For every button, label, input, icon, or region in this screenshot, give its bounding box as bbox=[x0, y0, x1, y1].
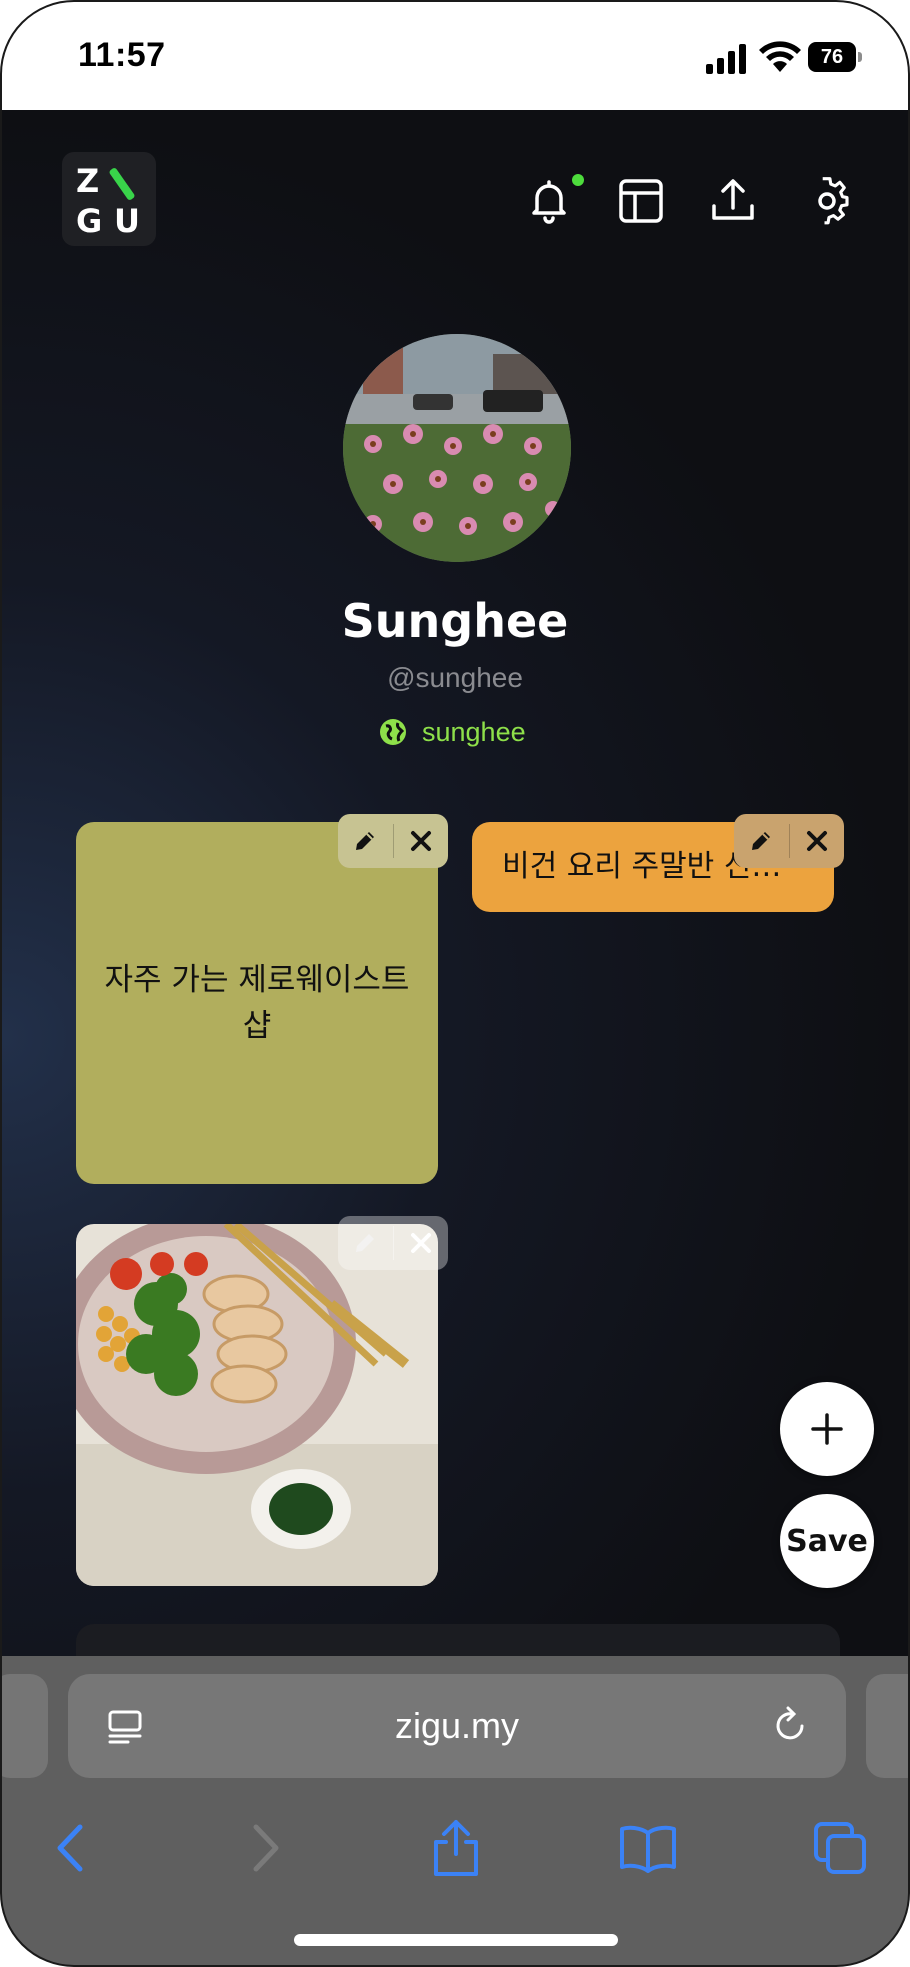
link-card-controls bbox=[734, 814, 844, 868]
status-bar: 11:57 76 bbox=[2, 2, 908, 110]
edit-button[interactable] bbox=[338, 814, 393, 868]
profile-avatar[interactable] bbox=[343, 334, 571, 562]
delete-button[interactable] bbox=[789, 814, 844, 868]
share-icon bbox=[434, 1820, 478, 1876]
plus-icon bbox=[811, 1413, 843, 1445]
forward-button[interactable] bbox=[234, 1816, 298, 1880]
next-tab-preview[interactable] bbox=[866, 1674, 908, 1778]
bookmarks-button[interactable] bbox=[616, 1816, 680, 1880]
close-icon bbox=[410, 1233, 431, 1253]
zigu-logo[interactable]: Z G U bbox=[62, 152, 156, 246]
reload-icon[interactable] bbox=[770, 1706, 810, 1746]
image-card-controls bbox=[338, 1216, 448, 1270]
phone-frame: 11:57 76 Z G U Sunghee @sunghee sunghee … bbox=[0, 0, 910, 1967]
note-card[interactable]: 자주 가는 제로웨이스트 샵 bbox=[76, 822, 438, 1184]
browser-toolbar: zigu.my bbox=[2, 1656, 908, 1965]
close-icon bbox=[410, 831, 431, 851]
back-button[interactable] bbox=[38, 1816, 102, 1880]
layout-icon[interactable] bbox=[616, 176, 666, 226]
delete-button[interactable] bbox=[393, 1216, 448, 1270]
food-photo bbox=[76, 1224, 438, 1586]
status-time: 11:57 bbox=[78, 36, 166, 74]
globe-icon bbox=[380, 719, 406, 745]
battery-icon: 76 bbox=[808, 42, 864, 72]
image-card[interactable] bbox=[76, 1224, 438, 1586]
logo-letter-g: G bbox=[76, 202, 103, 240]
address-bar[interactable]: zigu.my bbox=[68, 1674, 846, 1778]
browser-nav-row bbox=[2, 1806, 908, 1896]
share-button[interactable] bbox=[424, 1816, 488, 1880]
bell-icon[interactable] bbox=[524, 176, 574, 226]
profile-handle: @sunghee bbox=[387, 662, 523, 693]
profile-link[interactable]: sunghee bbox=[378, 714, 526, 750]
profile-name: Sunghee bbox=[341, 594, 569, 648]
pencil-icon bbox=[356, 1234, 375, 1252]
tabs-icon bbox=[814, 1822, 866, 1874]
notification-dot bbox=[572, 174, 584, 186]
save-button[interactable]: Save bbox=[780, 1494, 874, 1588]
edit-button[interactable] bbox=[734, 814, 789, 868]
battery-level: 76 bbox=[808, 42, 856, 72]
chevron-left-icon bbox=[57, 1824, 83, 1872]
pencil-icon bbox=[356, 832, 375, 850]
share-upload-icon[interactable] bbox=[708, 176, 758, 226]
delete-button[interactable] bbox=[393, 814, 448, 868]
logo-letter-u: U bbox=[114, 202, 140, 240]
book-icon bbox=[620, 1825, 676, 1873]
note-card-controls bbox=[338, 814, 448, 868]
tabs-button[interactable] bbox=[808, 1816, 872, 1880]
pencil-icon bbox=[752, 832, 771, 850]
url-text: zigu.my bbox=[394, 1705, 520, 1746]
profile-link-label: sunghee bbox=[422, 716, 526, 747]
edit-button[interactable] bbox=[338, 1216, 393, 1270]
gear-icon[interactable] bbox=[802, 176, 852, 226]
logo-letter-z: Z bbox=[76, 162, 100, 200]
chevron-right-icon bbox=[253, 1824, 279, 1872]
close-icon bbox=[806, 831, 827, 851]
wifi-icon bbox=[759, 41, 801, 72]
profile-page: Z G U Sunghee @sunghee sunghee 자주 가는 제로웨… bbox=[2, 110, 908, 1684]
home-indicator bbox=[294, 1934, 618, 1946]
cellular-signal-icon bbox=[706, 44, 746, 74]
add-button[interactable] bbox=[780, 1382, 874, 1476]
previous-tab-preview[interactable] bbox=[2, 1674, 48, 1778]
